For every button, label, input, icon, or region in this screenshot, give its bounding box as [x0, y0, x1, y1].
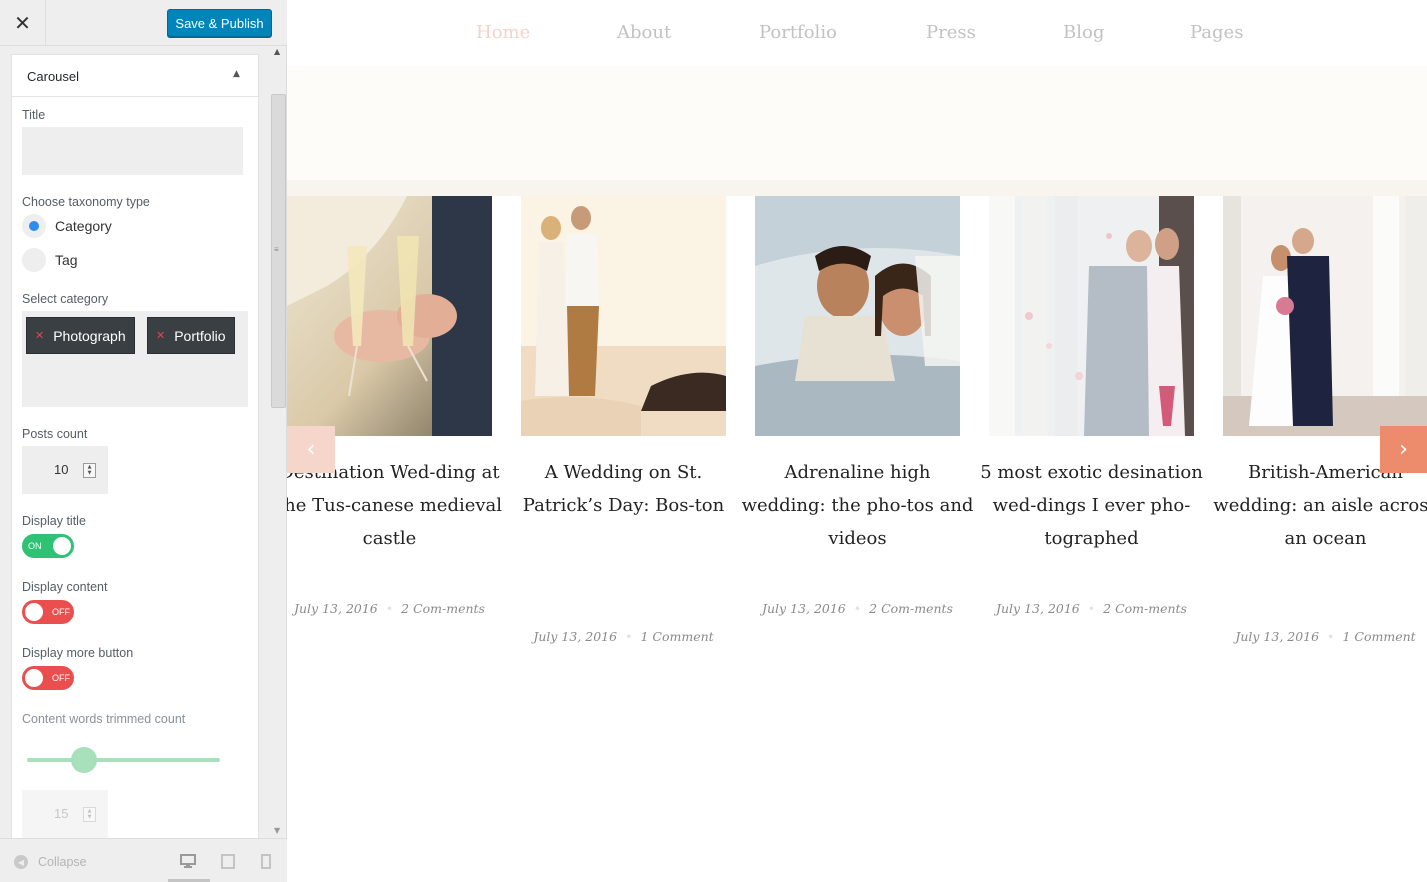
nav-pages[interactable]: Pages: [1190, 22, 1243, 43]
customizer-header: ✕ Save & Publish: [0, 0, 287, 46]
display-more-toggle[interactable]: OFF: [22, 666, 74, 690]
radio-button[interactable]: [22, 248, 46, 272]
customizer-footer: ◀ Collapse: [0, 838, 287, 882]
post-meta: July 13, 2016 • 2 Com-ments: [762, 601, 953, 616]
toggle-state: OFF: [52, 607, 70, 617]
post-meta: July 13, 2016 • 2 Com-ments: [996, 601, 1187, 616]
chevron-right-icon[interactable]: ›: [1380, 426, 1427, 473]
trim-count-value: 15: [54, 806, 69, 821]
spinner-icon[interactable]: ▲ ▼: [83, 463, 96, 478]
chevron-left-icon[interactable]: ‹: [287, 426, 335, 473]
display-more-label: Display more button: [22, 646, 134, 660]
post-date[interactable]: July 13, 2016: [1235, 629, 1319, 644]
collapse-icon[interactable]: ◀: [14, 855, 28, 869]
display-title-label: Display title: [22, 514, 86, 528]
main-nav: Home About Portfolio Press Blog Pages: [287, 0, 1427, 66]
radio-label: Tag: [55, 252, 78, 268]
close-icon[interactable]: ✕: [0, 0, 46, 46]
toggle-state: ON: [28, 541, 42, 551]
category-multiselect[interactable]: ✕ Photograph ✕ Portfolio: [22, 311, 248, 407]
radio-label: Category: [55, 218, 112, 234]
post-comments[interactable]: 1 Comment: [640, 629, 713, 644]
customizer-sidebar: ✕ Save & Publish ▲ ≡ ▼ Carousel ▲ Title …: [0, 0, 287, 882]
toggle-knob: [53, 537, 71, 555]
post-thumbnail[interactable]: [287, 196, 492, 436]
chip-label: Portfolio: [174, 327, 226, 344]
toggle-knob: [25, 669, 43, 687]
post-thumbnail[interactable]: [755, 196, 960, 436]
slider-handle[interactable]: [71, 747, 97, 773]
display-content-toggle[interactable]: OFF: [22, 600, 74, 624]
select-category-label: Select category: [22, 292, 109, 306]
scroll-down-icon[interactable]: ▼: [274, 826, 280, 835]
trim-count-input[interactable]: 15 ▲ ▼: [22, 790, 108, 838]
post-comments[interactable]: 2 Com-ments: [869, 601, 953, 616]
scroll-up-icon[interactable]: ▲: [274, 47, 280, 56]
trim-count-slider[interactable]: [27, 758, 220, 762]
category-chip: ✕ Photograph: [26, 317, 135, 354]
posts-count-value: 10: [54, 462, 69, 477]
tablet-icon[interactable]: [221, 854, 235, 869]
display-content-label: Display content: [22, 580, 108, 594]
remove-icon[interactable]: ✕: [156, 329, 165, 342]
collapse-button[interactable]: Collapse: [38, 855, 87, 869]
nav-blog[interactable]: Blog: [1063, 22, 1104, 43]
category-chip: ✕ Portfolio: [147, 317, 235, 354]
desktop-icon[interactable]: [180, 854, 196, 869]
post-date[interactable]: July 13, 2016: [996, 601, 1080, 616]
mobile-icon[interactable]: [261, 854, 271, 869]
title-label: Title: [22, 108, 46, 122]
post-meta: July 13, 2016 • 1 Comment: [1235, 629, 1416, 644]
post-title[interactable]: A Wedding on St. Patrick’s Day: Bos-ton: [507, 456, 740, 522]
post-meta: July 13, 2016 • 2 Com-ments: [294, 601, 485, 616]
post-title[interactable]: Adrenaline high wedding: the pho-tos and…: [741, 456, 974, 555]
post-thumbnail[interactable]: [521, 196, 726, 436]
radio-button[interactable]: [22, 214, 46, 238]
site-preview: Home About Portfolio Press Blog Pages De…: [287, 0, 1427, 882]
post-date[interactable]: July 13, 2016: [762, 601, 846, 616]
nav-press[interactable]: Press: [926, 22, 976, 43]
caret-up-icon[interactable]: ▲: [233, 69, 240, 79]
posts-count-label: Posts count: [22, 427, 88, 441]
radio-selected-dot: [29, 221, 39, 231]
remove-icon[interactable]: ✕: [35, 329, 44, 342]
title-input[interactable]: [22, 127, 243, 175]
post-thumbnail[interactable]: [989, 196, 1194, 436]
panel-header[interactable]: Carousel ▲: [12, 55, 258, 97]
taxonomy-label: Choose taxonomy type: [22, 195, 150, 209]
save-publish-button[interactable]: Save & Publish: [167, 9, 272, 37]
chip-label: Photograph: [53, 327, 126, 344]
post-comments[interactable]: 1 Comment: [1342, 629, 1415, 644]
trim-count-label: Content words trimmed count: [22, 712, 186, 726]
post-comments[interactable]: 2 Com-ments: [401, 601, 485, 616]
post-title[interactable]: 5 most exotic desination wed-dings I eve…: [975, 456, 1208, 555]
nav-portfolio[interactable]: Portfolio: [759, 22, 837, 43]
grip-icon: ≡: [274, 245, 279, 254]
post-date[interactable]: July 13, 2016: [533, 629, 617, 644]
panel-title: Carousel: [27, 69, 80, 84]
hero-band: [287, 66, 1427, 180]
post-thumbnail[interactable]: [1223, 196, 1427, 436]
post-date[interactable]: July 13, 2016: [294, 601, 378, 616]
toggle-knob: [25, 603, 43, 621]
nav-home[interactable]: Home: [476, 22, 530, 43]
posts-count-input[interactable]: 10 ▲ ▼: [22, 446, 108, 494]
nav-about[interactable]: About: [617, 22, 671, 43]
carousel-band: [287, 180, 1427, 196]
post-comments[interactable]: 2 Com-ments: [1103, 601, 1187, 616]
display-title-toggle[interactable]: ON: [22, 534, 74, 558]
radio-tag[interactable]: Tag: [22, 248, 78, 272]
post-meta: July 13, 2016 • 1 Comment: [533, 629, 714, 644]
toggle-state: OFF: [52, 673, 70, 683]
spinner-icon[interactable]: ▲ ▼: [83, 807, 96, 822]
radio-category[interactable]: Category: [22, 214, 112, 238]
